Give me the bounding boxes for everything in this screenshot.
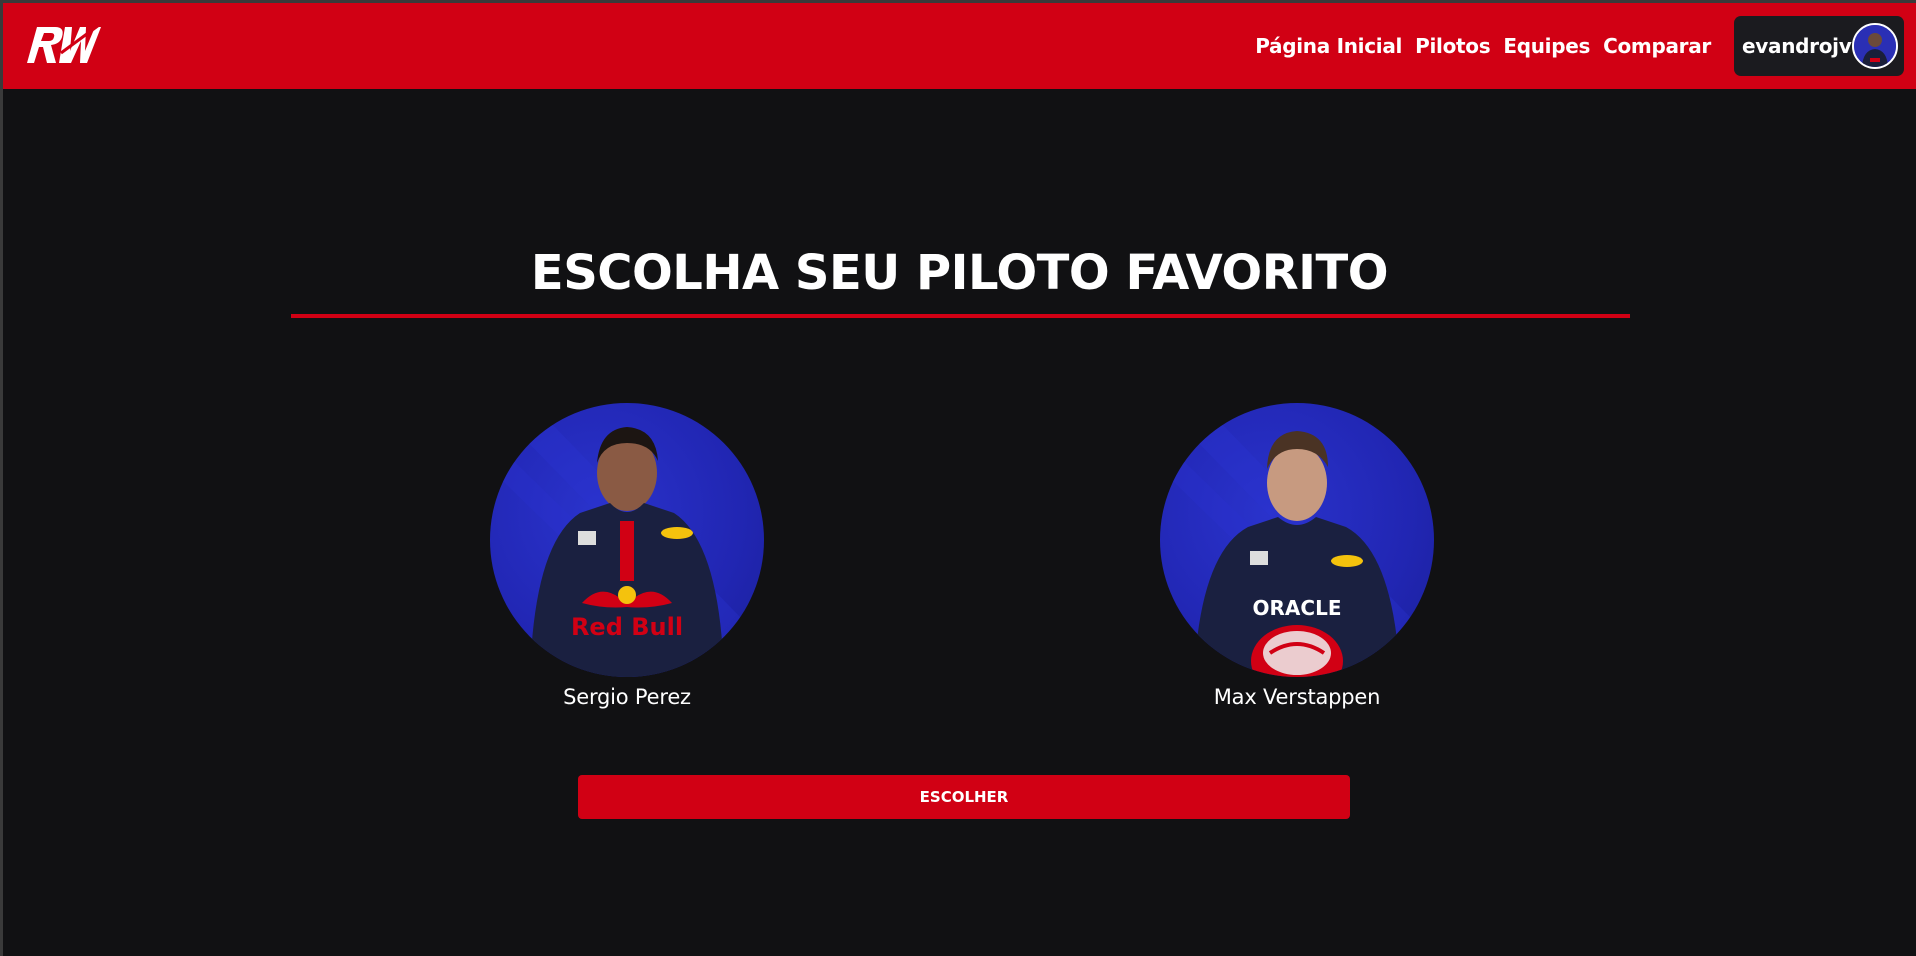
driver-card-perez[interactable]: Red Bull Sergio Perez [477, 399, 777, 719]
choose-button[interactable]: ESCOLHER [578, 775, 1350, 819]
username-label: evandrojv [1742, 34, 1852, 58]
app-window: Página Inicial Pilotos Equipes Comparar … [3, 3, 1916, 956]
page-title: ESCOLHA SEU PILOTO FAVORITO [530, 245, 1389, 301]
svg-text:Red Bull: Red Bull [571, 613, 683, 641]
driver-portrait-icon: Red Bull [492, 412, 764, 677]
driver-portrait-icon: ORACLE [1162, 412, 1434, 677]
avatar [1852, 23, 1898, 69]
driver-name-perez: Sergio Perez [563, 685, 691, 709]
user-menu-button[interactable]: evandrojv [1734, 16, 1904, 76]
driver-photo-verstappen: ORACLE [1160, 403, 1434, 677]
top-navbar: Página Inicial Pilotos Equipes Comparar … [3, 3, 1916, 89]
nav-home[interactable]: Página Inicial [1255, 34, 1402, 58]
driver-photo-perez: Red Bull [490, 403, 764, 677]
main-nav: Página Inicial Pilotos Equipes Comparar [1242, 3, 1711, 89]
driver-card-verstappen[interactable]: ORACLE Max Verstappen [1147, 399, 1447, 719]
rw-logo-icon[interactable] [25, 23, 101, 67]
nav-teams[interactable]: Equipes [1503, 34, 1590, 58]
title-divider [291, 314, 1630, 318]
svg-text:ORACLE: ORACLE [1253, 596, 1342, 620]
nav-compare[interactable]: Comparar [1603, 34, 1711, 58]
avatar-driver-icon [1854, 25, 1896, 67]
nav-drivers[interactable]: Pilotos [1415, 34, 1491, 58]
driver-name-verstappen: Max Verstappen [1213, 685, 1381, 709]
